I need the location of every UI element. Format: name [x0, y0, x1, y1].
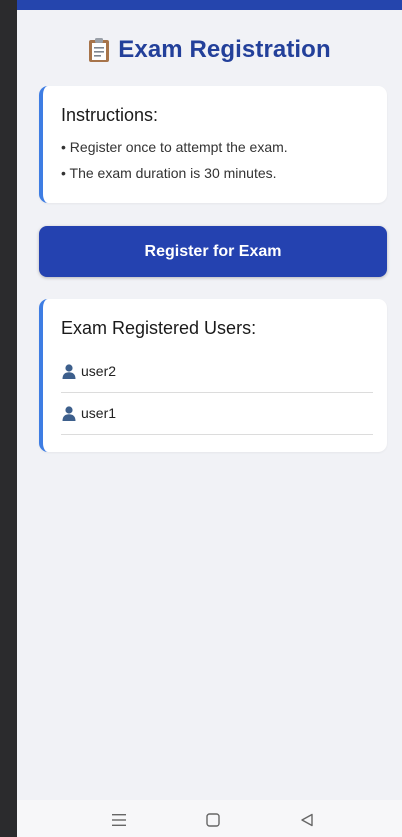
- registered-users-title: Exam Registered Users:: [61, 318, 257, 338]
- user-list-item: user1: [61, 392, 373, 435]
- back-icon[interactable]: [298, 812, 316, 828]
- user-list-item: user2: [61, 350, 373, 393]
- registered-users-card: Exam Registered Users: user2 user1: [39, 299, 387, 452]
- instruction-item: • The exam duration is 30 minutes.: [61, 165, 277, 181]
- user-name: user2: [81, 363, 117, 379]
- system-navigation-bar: [17, 800, 402, 837]
- instructions-title: Instructions:: [61, 105, 159, 125]
- home-icon[interactable]: [204, 812, 222, 828]
- app-screen: Exam Registration Instructions: • Regist…: [17, 0, 402, 800]
- user-icon: [61, 405, 77, 421]
- instruction-item: • Register once to attempt the exam.: [61, 139, 288, 155]
- instructions-card: Instructions: • Register once to attempt…: [39, 86, 387, 203]
- user-icon: [61, 363, 77, 379]
- left-edge-strip: [0, 0, 17, 837]
- user-name: user1: [81, 405, 117, 421]
- menu-icon[interactable]: [110, 812, 128, 828]
- page-header: Exam Registration: [17, 33, 402, 67]
- clipboard-icon: [88, 37, 110, 63]
- register-for-exam-button[interactable]: Register for Exam: [39, 226, 387, 277]
- page-title: Exam Registration: [118, 36, 331, 63]
- top-app-bar: [17, 0, 402, 10]
